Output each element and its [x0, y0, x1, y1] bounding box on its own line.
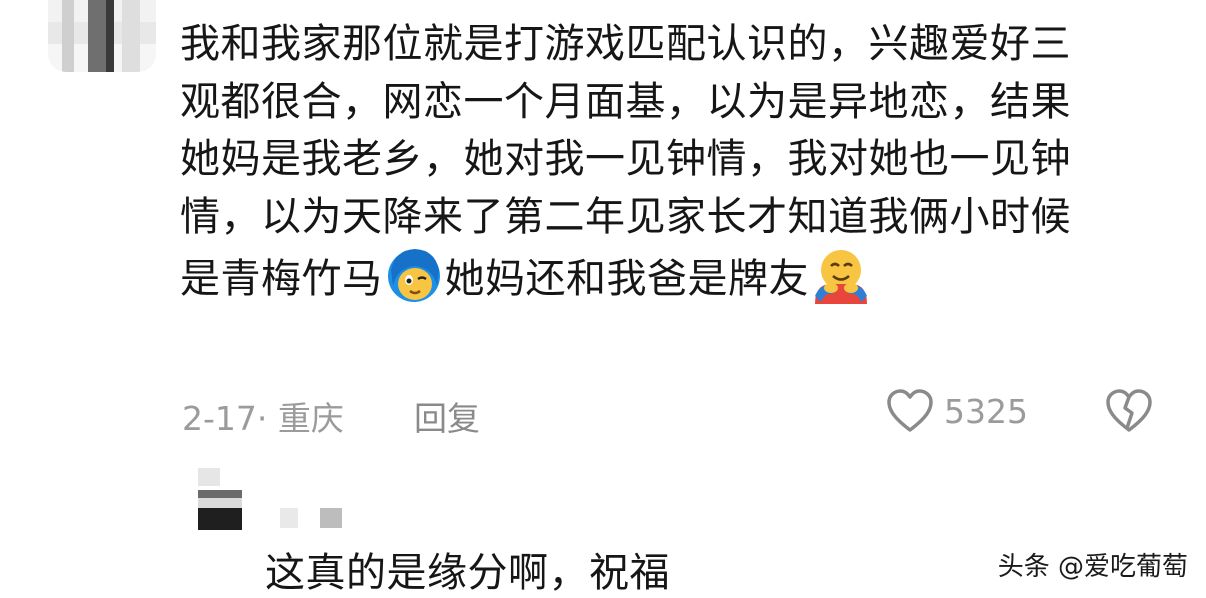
- comment-text-part: 她妈还和我爸是牌友: [444, 256, 809, 302]
- reply-text: 这真的是缘分啊，祝福: [265, 550, 670, 596]
- comment-meta: 2-17· 重庆 回复 5325: [182, 386, 1182, 438]
- broken-heart-icon[interactable]: [1104, 388, 1154, 434]
- blushing-face-emoji: [387, 249, 440, 302]
- like-count: 5325: [944, 392, 1028, 431]
- replier-name-redacted: [280, 508, 342, 528]
- comment-line: 观都很合，网恋一个月面基，以为是异地恋，结果: [180, 78, 1071, 125]
- commenter-avatar[interactable]: [48, 0, 156, 72]
- replier-avatar[interactable]: [198, 468, 242, 530]
- watermark: 头条 @爱吃葡萄: [997, 552, 1188, 582]
- heart-icon[interactable]: [886, 388, 934, 434]
- comment-line: 我和我家那位就是打游戏匹配认识的，兴趣爱好三: [180, 21, 1071, 67]
- comment-body: 我和我家那位就是打游戏匹配认识的，兴趣爱好三 观都很合，网恋一个月面基，以为是异…: [180, 16, 1170, 304]
- comment-text-part: 是青梅竹马: [180, 256, 383, 302]
- comment-line-last: 是青梅竹马 她妈还和我爸是牌友: [180, 246, 1170, 304]
- comment-line: 她妈是我老乡，她对我一见钟情，我对她也一见钟: [180, 136, 1071, 182]
- hugging-face-emoji: [815, 250, 867, 304]
- comment-date-location: 2-17· 重庆: [182, 399, 344, 438]
- reply-button[interactable]: 回复: [414, 392, 480, 440]
- comment-line: 情，以为天降来了第二年见家长才知道我俩小时候: [180, 193, 1071, 240]
